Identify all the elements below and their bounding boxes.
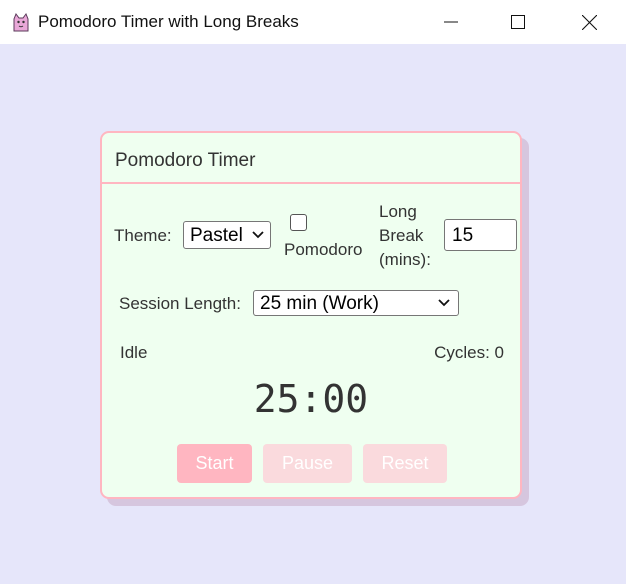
pause-button[interactable]: Pause — [263, 444, 352, 483]
long-break-label-line: Break — [379, 226, 424, 245]
title-bar: Pomodoro Timer with Long Breaks — [0, 0, 626, 44]
status-text: Idle — [120, 343, 148, 362]
theme-select-value: Pastel — [190, 225, 243, 246]
card-title: Pomodoro Timer — [115, 150, 256, 171]
close-button[interactable] — [566, 0, 612, 44]
pomodoro-checkbox[interactable] — [290, 214, 307, 231]
session-length-value: 25 min (Work) — [260, 293, 379, 314]
minimize-icon — [444, 21, 458, 23]
theme-label: Theme: — [114, 226, 172, 245]
start-button[interactable]: Start — [177, 444, 252, 483]
pomodoro-label: Pomodoro — [284, 240, 363, 259]
long-break-label-line: (mins): — [379, 250, 431, 269]
window-title: Pomodoro Timer with Long Breaks — [38, 12, 299, 31]
cat-icon — [10, 11, 32, 33]
pomodoro-card: Pomodoro Timer Theme: Pastel Pomodoro Lo… — [100, 131, 522, 499]
session-length-select[interactable]: 25 min (Work) — [253, 290, 459, 316]
cycles-count: Cycles: 0 — [434, 343, 504, 362]
long-break-input-value: 15 — [452, 225, 474, 246]
chevron-down-icon — [252, 231, 264, 239]
long-break-label-line: Long — [379, 202, 417, 221]
maximize-button[interactable] — [495, 0, 541, 44]
close-icon — [581, 14, 597, 30]
chevron-down-icon — [438, 299, 450, 307]
maximize-icon — [511, 15, 525, 29]
session-length-label: Session Length: — [119, 294, 241, 313]
theme-select[interactable]: Pastel — [183, 221, 271, 249]
reset-button[interactable]: Reset — [363, 444, 447, 483]
card-header: Pomodoro Timer — [102, 133, 520, 184]
long-break-input[interactable]: 15 — [444, 219, 517, 251]
timer-display: 25:00 — [253, 377, 369, 421]
minimize-button[interactable] — [428, 0, 474, 44]
